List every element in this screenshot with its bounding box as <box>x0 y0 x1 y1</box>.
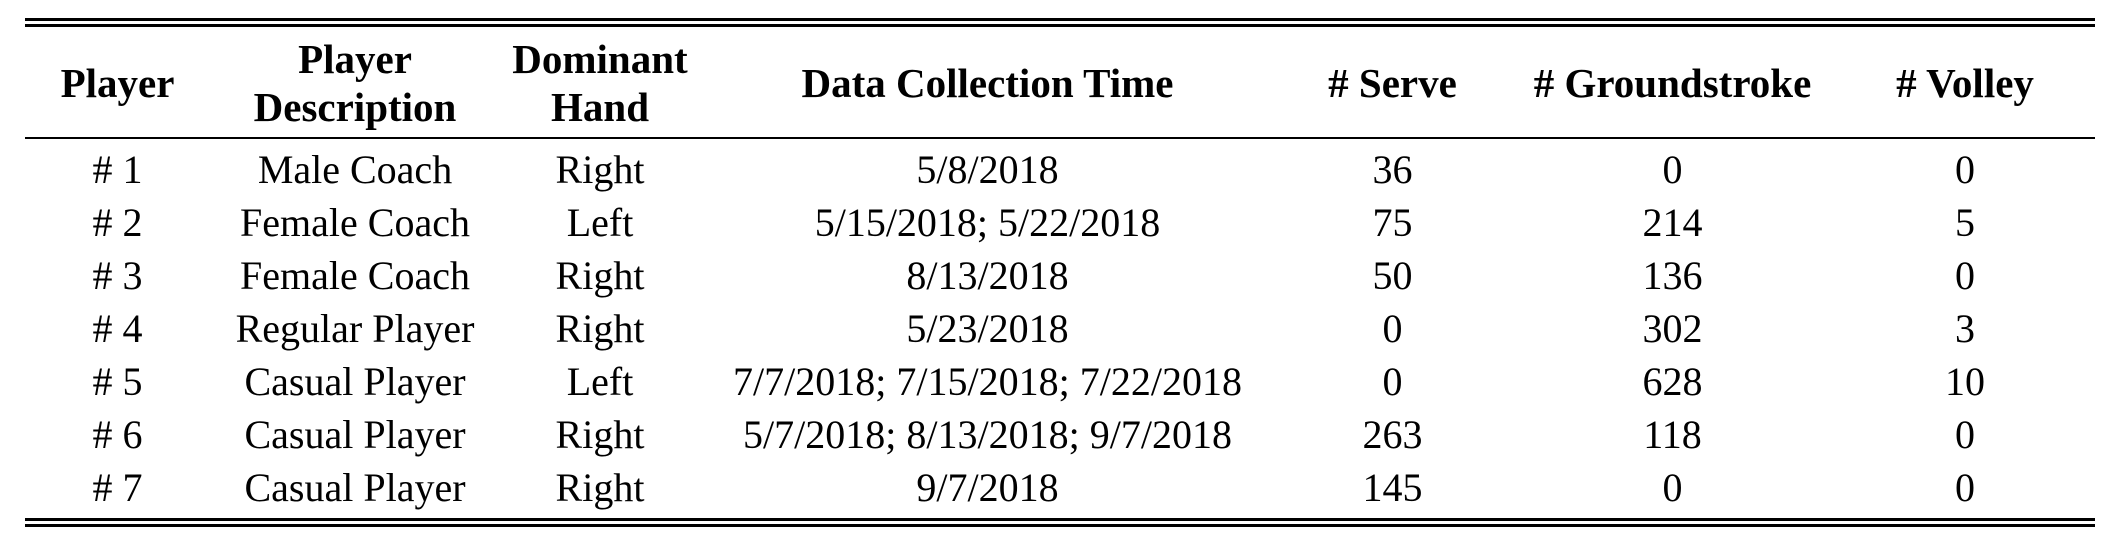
cell-collection-time: 9/7/2018 <box>916 465 1059 510</box>
header-dominant-hand: Dominant Hand <box>512 36 688 130</box>
cell-collection-time: 5/7/2018; 8/13/2018; 9/7/2018 <box>743 412 1232 457</box>
cell-volley: 5 <box>1955 200 1975 245</box>
table-row: # 5 Casual Player Left 7/7/2018; 7/15/20… <box>25 355 2095 408</box>
header-volley-count: # Volley <box>1896 60 2034 106</box>
table-row: # 6 Casual Player Right 5/7/2018; 8/13/2… <box>25 408 2095 461</box>
cell-description: Female Coach <box>240 200 470 245</box>
cell-player: # 6 <box>92 412 143 457</box>
cell-description: Casual Player <box>244 359 466 404</box>
cell-player: # 5 <box>92 359 143 404</box>
cell-serve: 0 <box>1382 359 1403 404</box>
cell-description: Male Coach <box>257 147 453 192</box>
table-row: # 4 Regular Player Right 5/23/2018 0 302… <box>25 302 2095 355</box>
cell-volley: 0 <box>1955 465 1975 510</box>
cell-player: # 4 <box>92 306 143 351</box>
cell-volley: 3 <box>1955 306 1975 351</box>
cell-groundstroke: 0 <box>1662 147 1683 192</box>
cell-groundstroke: 136 <box>1642 253 1703 298</box>
cell-description: Regular Player <box>235 306 475 351</box>
bottom-double-rule <box>25 518 2095 527</box>
cell-description: Casual Player <box>244 412 466 457</box>
cell-serve: 145 <box>1362 465 1423 510</box>
cell-volley: 0 <box>1955 412 1975 457</box>
cell-hand: Right <box>555 412 645 457</box>
table-header: Player Player Description Dominant Hand … <box>25 27 2095 139</box>
cell-groundstroke: 628 <box>1642 359 1703 404</box>
table-row: # 7 Casual Player Right 9/7/2018 145 0 0 <box>25 461 2095 518</box>
cell-volley: 0 <box>1955 147 1975 192</box>
header-row: Player Player Description Dominant Hand … <box>25 27 2095 137</box>
cell-description: Female Coach <box>240 253 470 298</box>
cell-description: Casual Player <box>244 465 466 510</box>
cell-collection-time: 7/7/2018; 7/15/2018; 7/22/2018 <box>733 359 1242 404</box>
cell-serve: 0 <box>1382 306 1403 351</box>
cell-groundstroke: 214 <box>1642 200 1703 245</box>
cell-hand: Right <box>555 253 645 298</box>
cell-serve: 50 <box>1372 253 1413 298</box>
header-serve-count: # Serve <box>1328 60 1457 106</box>
cell-hand: Left <box>566 200 634 245</box>
cell-player: # 3 <box>92 253 143 298</box>
player-table: Player Player Description Dominant Hand … <box>25 27 2095 518</box>
header-player: Player <box>60 60 175 106</box>
cell-groundstroke: 118 <box>1643 412 1702 457</box>
cell-hand: Right <box>555 147 645 192</box>
cell-player: # 1 <box>92 147 143 192</box>
top-double-rule <box>25 18 2095 27</box>
cell-collection-time: 5/15/2018; 5/22/2018 <box>814 200 1161 245</box>
table-row: # 2 Female Coach Left 5/15/2018; 5/22/20… <box>25 196 2095 249</box>
cell-groundstroke: 0 <box>1662 465 1683 510</box>
header-player-description: Player Description <box>253 36 457 130</box>
table-body: # 1 Male Coach Right 5/8/2018 36 0 0 # 2… <box>25 139 2095 518</box>
cell-player: # 2 <box>92 200 143 245</box>
cell-groundstroke: 302 <box>1642 306 1703 351</box>
cell-collection-time: 5/23/2018 <box>906 306 1069 351</box>
table-row: # 1 Male Coach Right 5/8/2018 36 0 0 <box>25 139 2095 196</box>
cell-hand: Left <box>566 359 634 404</box>
table-row: # 3 Female Coach Right 8/13/2018 50 136 … <box>25 249 2095 302</box>
cell-hand: Right <box>555 306 645 351</box>
header-data-collection-time: Data Collection Time <box>801 60 1174 106</box>
cell-serve: 36 <box>1372 147 1413 192</box>
cell-hand: Right <box>555 465 645 510</box>
cell-collection-time: 5/8/2018 <box>916 147 1059 192</box>
data-table: Player Player Description Dominant Hand … <box>25 18 2095 527</box>
cell-player: # 7 <box>92 465 143 510</box>
cell-serve: 75 <box>1372 200 1413 245</box>
header-groundstroke-count: # Groundstroke <box>1533 60 1812 106</box>
cell-serve: 263 <box>1362 412 1423 457</box>
cell-volley: 0 <box>1955 253 1975 298</box>
cell-collection-time: 8/13/2018 <box>906 253 1069 298</box>
cell-volley: 10 <box>1945 359 1985 404</box>
